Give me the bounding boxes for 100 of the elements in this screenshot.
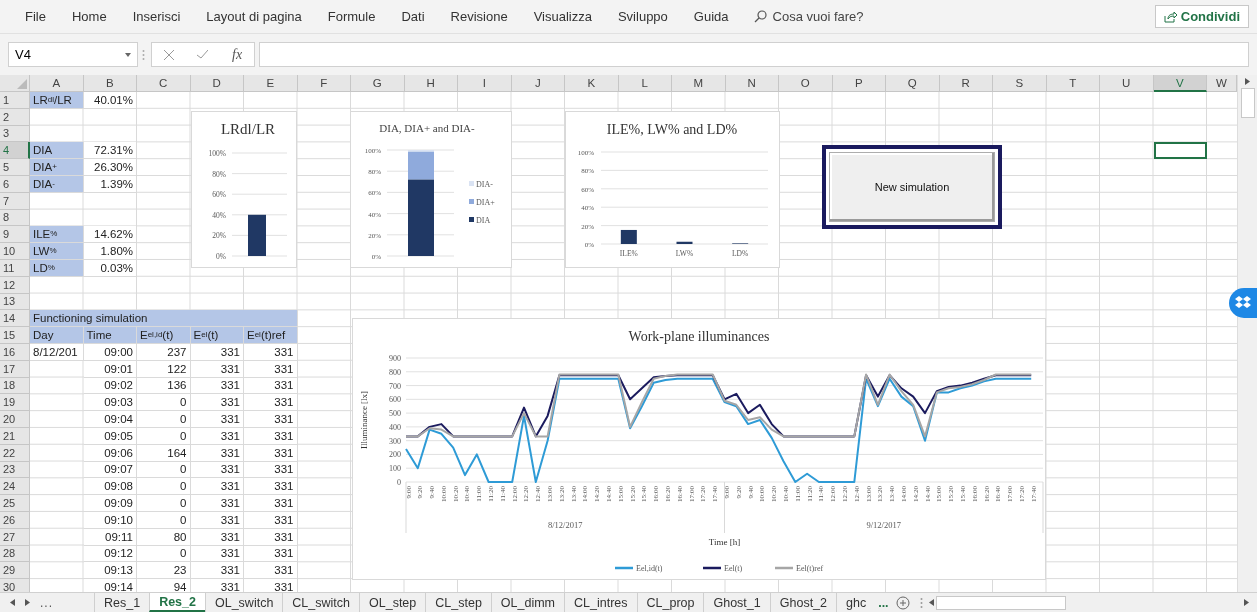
sheet-tab[interactable]: OL_dimm — [490, 593, 565, 612]
sync-badge[interactable] — [1229, 288, 1257, 318]
row-header[interactable]: 29 — [0, 562, 30, 580]
column-header[interactable]: J — [511, 75, 565, 92]
row-header[interactable]: 15 — [0, 327, 30, 344]
scrollbar-thumb[interactable] — [935, 595, 1066, 610]
scroll-right-icon[interactable] — [1244, 599, 1249, 606]
column-header[interactable]: H — [404, 75, 458, 92]
menu-item[interactable]: Layout di pagina — [193, 9, 315, 24]
formula-input[interactable] — [259, 42, 1249, 67]
row-header[interactable]: 5 — [0, 159, 30, 176]
column-header[interactable]: G — [351, 75, 405, 92]
sheet-tab[interactable]: Ghost_2 — [769, 593, 836, 612]
menu-item[interactable]: File — [12, 9, 59, 24]
column-header[interactable]: T — [1046, 75, 1100, 92]
column-header[interactable]: E — [244, 75, 298, 92]
scroll-up-icon[interactable] — [1245, 78, 1250, 85]
axis-group-label: 8/12/2017 — [548, 520, 583, 530]
column-header[interactable]: C — [137, 75, 191, 92]
more-icon — [142, 48, 145, 61]
name-box[interactable]: V4 — [8, 42, 138, 67]
selected-cell[interactable] — [1153, 142, 1207, 160]
axis-tick-label: 100 — [389, 464, 401, 474]
row-header[interactable]: 1 — [0, 92, 30, 109]
menu-item[interactable]: Revisione — [437, 9, 521, 24]
search-field[interactable]: Cosa vuoi fare? — [772, 9, 864, 24]
column-header[interactable]: P — [832, 75, 886, 92]
menu-item[interactable]: Sviluppo — [604, 9, 681, 24]
caret-icon[interactable] — [125, 52, 131, 57]
column-header[interactable]: N — [725, 75, 779, 92]
row-header[interactable]: 10 — [0, 243, 30, 260]
axis-tick-label: 0 — [397, 478, 401, 487]
sheet-tab[interactable]: OL_step — [359, 593, 426, 612]
sheet-tab[interactable]: CL_switch — [282, 593, 359, 612]
table-cell: 0 — [137, 478, 191, 496]
column-header[interactable]: I — [458, 75, 512, 92]
bar — [676, 241, 693, 244]
sheet-tab[interactable]: Ghost_1 — [703, 593, 770, 612]
sheet-tab[interactable]: OL_switch — [205, 593, 283, 612]
legend-label: DIA — [476, 216, 491, 225]
row-header[interactable]: 14 — [0, 310, 30, 328]
next-sheet-icon[interactable] — [25, 599, 30, 606]
sheet-tab[interactable]: CL_step — [425, 593, 491, 612]
legend-item: DIA- — [469, 180, 493, 189]
column-header[interactable]: Q — [886, 75, 940, 92]
add-sheet-icon[interactable] — [895, 595, 910, 610]
column-header[interactable]: U — [1100, 75, 1154, 92]
column-header[interactable]: R — [939, 75, 993, 92]
sheet-tab[interactable]: CL_intres — [564, 593, 637, 612]
search-icon[interactable] — [753, 10, 767, 23]
column-header[interactable]: K — [565, 75, 619, 92]
column-header[interactable]: A — [30, 75, 84, 92]
column-header[interactable]: M — [672, 75, 726, 92]
column-header[interactable]: S — [993, 75, 1047, 92]
row-header[interactable]: 30 — [0, 579, 30, 592]
new-simulation-button[interactable]: New simulation — [829, 152, 995, 222]
column-header[interactable]: F — [297, 75, 351, 92]
menu-item[interactable]: Guida — [680, 9, 742, 24]
menu-item[interactable]: Home — [58, 9, 120, 24]
column-header[interactable]: L — [618, 75, 672, 92]
scrollbar-thumb[interactable] — [1240, 88, 1255, 118]
axis-tick-label: 500 — [389, 409, 401, 419]
axis-tick-label: 900 — [389, 354, 401, 363]
table-cell: 331 — [244, 411, 298, 428]
sheet-tab[interactable]: CL_prop — [636, 593, 704, 612]
sheet-tab[interactable]: Res_2 — [149, 593, 205, 612]
cancel-icon[interactable] — [163, 49, 174, 60]
row-header[interactable]: 25 — [0, 495, 30, 512]
table-cell: 331 — [190, 478, 244, 496]
insert-function-button[interactable]: fx — [232, 46, 243, 63]
row-header[interactable]: 19 — [0, 394, 30, 412]
column-header[interactable]: W — [1207, 75, 1237, 92]
menu-item[interactable]: Visualizza — [520, 9, 605, 24]
row-header[interactable]: 24 — [0, 478, 30, 496]
legend-item: DIA — [469, 216, 491, 225]
menu-item[interactable]: Dati — [388, 9, 438, 24]
column-header[interactable]: V — [1153, 75, 1207, 92]
menu-item[interactable]: Formule — [314, 9, 389, 24]
menu-item[interactable]: Inserisci — [119, 9, 194, 24]
axis-title: Illuminance [lx] — [359, 390, 369, 450]
share-button[interactable]: Condividi — [1154, 5, 1249, 28]
table-cell: 09:03 — [83, 394, 137, 412]
column-header[interactable]: O — [779, 75, 833, 92]
axis-tick-label: 300 — [389, 436, 401, 446]
sheet-overflow-button[interactable]: ... — [40, 595, 53, 610]
row-header[interactable]: 20 — [0, 411, 30, 428]
table-cell: 14.62% — [83, 226, 137, 244]
table-cell: 72.31% — [83, 142, 137, 160]
row-header[interactable]: 4 — [0, 142, 30, 160]
row-header[interactable]: 9 — [0, 226, 30, 244]
previous-sheet-icon[interactable] — [10, 599, 15, 606]
chart-title: Work-plane illuminances — [628, 329, 770, 344]
check-icon[interactable] — [197, 50, 209, 59]
column-header[interactable]: D — [190, 75, 244, 92]
more-sheets-button[interactable]: ... — [875, 593, 892, 612]
column-header[interactable]: B — [83, 75, 137, 92]
sheet-tab[interactable]: ghc — [836, 593, 876, 612]
chart-title: ILE%, LW% and LD% — [606, 122, 738, 137]
table-cell: 0 — [137, 394, 191, 412]
table-cell: 09:13 — [83, 562, 137, 580]
